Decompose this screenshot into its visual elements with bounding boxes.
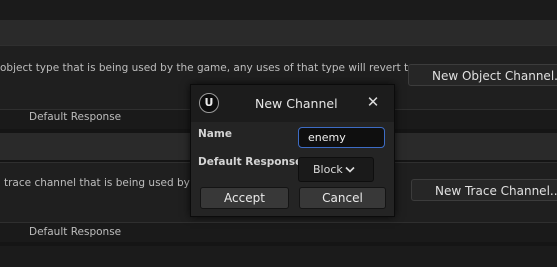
divider [0,222,557,223]
object-channels-description: object type that is being used by the ga… [0,62,415,74]
close-icon[interactable]: ✕ [364,93,382,111]
default-response-label: Default Response [198,156,303,168]
dialog-title: New Channel [255,96,338,111]
dialog-title-bar: U New Channel ✕ [191,85,394,122]
section-header-bar [0,20,557,45]
channel-name-input[interactable]: enemy [298,127,385,148]
dropdown-value: Block [313,163,343,176]
new-trace-channel-button[interactable]: New Trace Channel... [411,179,557,201]
unreal-logo-icon: U [199,93,219,113]
trace-channels-description: trace channel that is being used by th [4,177,204,189]
default-response-column-header: Default Response [29,226,122,238]
name-label: Name [198,128,232,140]
divider [0,45,557,46]
default-response-column-header: Default Response [29,111,122,123]
cancel-button[interactable]: Cancel [299,187,386,209]
bottom-strip [0,246,557,267]
new-channel-dialog: U New Channel ✕ Name enemy Default Respo… [190,84,395,217]
default-response-dropdown[interactable]: Block [298,157,374,182]
top-strip [0,0,557,20]
accept-button[interactable]: Accept [200,187,289,209]
new-object-channel-button[interactable]: New Object Channel... [408,64,557,86]
